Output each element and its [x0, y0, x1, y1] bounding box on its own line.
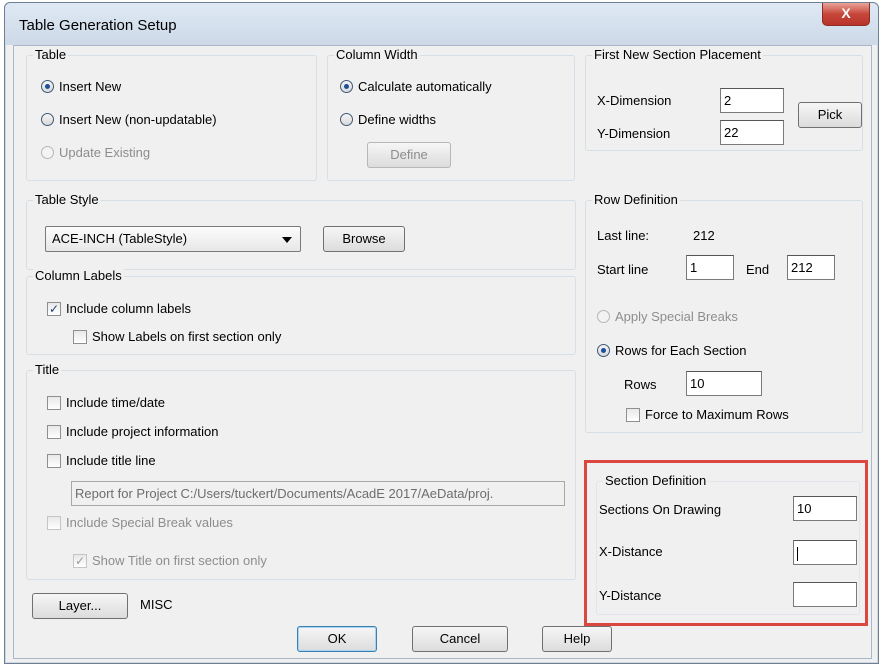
x-distance-label: X-Distance: [599, 544, 663, 559]
text-cursor: [797, 546, 798, 561]
radio-label: Define widths: [358, 112, 437, 127]
title-group: Title Include time/date Include project …: [26, 362, 576, 580]
checkbox-label: Include project information: [66, 424, 219, 439]
radio-calculate-automatically[interactable]: Calculate automatically: [340, 79, 492, 94]
radio-apply-special-breaks: Apply Special Breaks: [597, 309, 738, 324]
radio-icon: [597, 310, 610, 323]
radio-icon: [41, 80, 54, 93]
radio-icon: [41, 146, 54, 159]
checkbox-icon: [73, 329, 87, 344]
y-dimension-label: Y-Dimension: [597, 126, 671, 141]
define-button: Define: [367, 142, 451, 168]
end-label: End: [746, 262, 770, 277]
checkbox-icon: [47, 424, 61, 439]
checkmark-icon: ✓: [47, 301, 61, 316]
checkbox-label: Show Title on first section only: [92, 553, 267, 568]
group-label: First New Section Placement: [592, 47, 763, 62]
table-group: Table Insert New Insert New (non-updatab…: [26, 47, 317, 181]
checkbox-label: Include column labels: [66, 301, 192, 316]
browse-button[interactable]: Browse: [323, 226, 405, 252]
group-label: Row Definition: [592, 192, 680, 207]
radio-update-existing: Update Existing: [41, 145, 150, 160]
layer-value: MISC: [140, 597, 173, 612]
y-dimension-field[interactable]: 22: [720, 120, 784, 145]
x-dimension-label: X-Dimension: [597, 93, 672, 108]
table-style-group: Table Style ACE-INCH (TableStyle) Browse: [26, 192, 576, 270]
y-distance-label: Y-Distance: [599, 588, 662, 603]
start-line-field[interactable]: 1: [686, 255, 734, 280]
radio-label: Insert New (non-updatable): [59, 112, 217, 127]
help-button[interactable]: Help: [542, 626, 612, 652]
sections-on-drawing-field[interactable]: 10: [793, 496, 857, 521]
checkbox-label: Include title line: [66, 453, 156, 468]
radio-icon: [41, 113, 54, 126]
checkmark-icon: ✓: [73, 553, 87, 568]
radio-label: Apply Special Breaks: [615, 309, 738, 324]
title-line-field: Report for Project C:/Users/tuckert/Docu…: [71, 481, 565, 506]
include-special-break-checkbox: Include Special Break values: [47, 515, 233, 530]
layer-button[interactable]: Layer...: [32, 593, 128, 619]
x-dimension-field[interactable]: 2: [720, 88, 784, 113]
dialog-window: Table Generation Setup X Table Insert Ne…: [4, 2, 879, 664]
sections-on-drawing-label: Sections On Drawing: [599, 502, 722, 517]
checkbox-label: Include time/date: [66, 395, 166, 410]
dropdown-value: ACE-INCH (TableStyle): [52, 231, 188, 246]
column-width-group: Column Width Calculate automatically Def…: [327, 47, 575, 181]
checkbox-icon: [47, 515, 61, 530]
checkbox-label: Include Special Break values: [66, 515, 233, 530]
y-distance-field[interactable]: [793, 582, 857, 607]
radio-label: Calculate automatically: [358, 79, 492, 94]
rows-label: Rows: [624, 377, 657, 392]
section-definition-group: Section Definition Sections On Drawing 1…: [596, 473, 860, 615]
radio-insert-new[interactable]: Insert New: [41, 79, 121, 94]
title-bar: Table Generation Setup X: [5, 3, 878, 45]
rows-field[interactable]: 10: [686, 371, 762, 396]
row-definition-group: Row Definition Last line: 212 Start line…: [585, 192, 863, 433]
dialog-body: Table Insert New Insert New (non-updatab…: [13, 45, 872, 659]
checkbox-icon: [47, 395, 61, 410]
checkbox-icon: [47, 453, 61, 468]
radio-icon: [340, 113, 353, 126]
group-label: Table: [33, 47, 69, 62]
show-title-first-section-checkbox: ✓ Show Title on first section only: [73, 553, 267, 568]
group-label: Column Width: [334, 47, 420, 62]
checkbox-icon: [626, 407, 640, 422]
close-button[interactable]: X: [822, 3, 870, 26]
include-time-date-checkbox[interactable]: Include time/date: [47, 395, 165, 410]
radio-label: Insert New: [59, 79, 122, 94]
radio-rows-each-section[interactable]: Rows for Each Section: [597, 343, 747, 358]
force-maximum-rows-checkbox[interactable]: Force to Maximum Rows: [626, 407, 789, 422]
radio-insert-new-nonupdatable[interactable]: Insert New (non-updatable): [41, 112, 217, 127]
radio-icon: [597, 344, 610, 357]
include-title-line-checkbox[interactable]: Include title line: [47, 453, 156, 468]
checkbox-label: Show Labels on first section only: [92, 329, 282, 344]
first-section-placement-group: First New Section Placement X-Dimension …: [585, 47, 863, 151]
group-label: Table Style: [33, 192, 101, 207]
group-label: Section Definition: [603, 473, 709, 488]
checkbox-label: Force to Maximum Rows: [645, 407, 789, 422]
cancel-button[interactable]: Cancel: [412, 626, 508, 652]
column-labels-group: Column Labels ✓ Include column labels Sh…: [26, 268, 576, 355]
x-distance-field[interactable]: [793, 540, 857, 565]
radio-icon: [340, 80, 353, 93]
radio-define-widths[interactable]: Define widths: [340, 112, 436, 127]
table-style-dropdown[interactable]: ACE-INCH (TableStyle): [45, 226, 301, 252]
ok-button[interactable]: OK: [297, 626, 377, 652]
start-line-label: Start line: [597, 262, 649, 277]
last-line-value: 212: [693, 228, 715, 243]
last-line-label: Last line:: [597, 228, 650, 243]
show-labels-first-section-checkbox[interactable]: Show Labels on first section only: [73, 329, 281, 344]
chevron-down-icon: [282, 237, 292, 243]
group-label: Title: [33, 362, 62, 377]
pick-button[interactable]: Pick: [798, 102, 862, 128]
include-project-info-checkbox[interactable]: Include project information: [47, 424, 218, 439]
radio-label: Rows for Each Section: [615, 343, 747, 358]
include-column-labels-checkbox[interactable]: ✓ Include column labels: [47, 301, 191, 316]
window-title: Table Generation Setup: [19, 17, 177, 34]
group-label: Column Labels: [33, 268, 124, 283]
radio-label: Update Existing: [59, 145, 151, 160]
end-line-field[interactable]: 212: [787, 255, 835, 280]
